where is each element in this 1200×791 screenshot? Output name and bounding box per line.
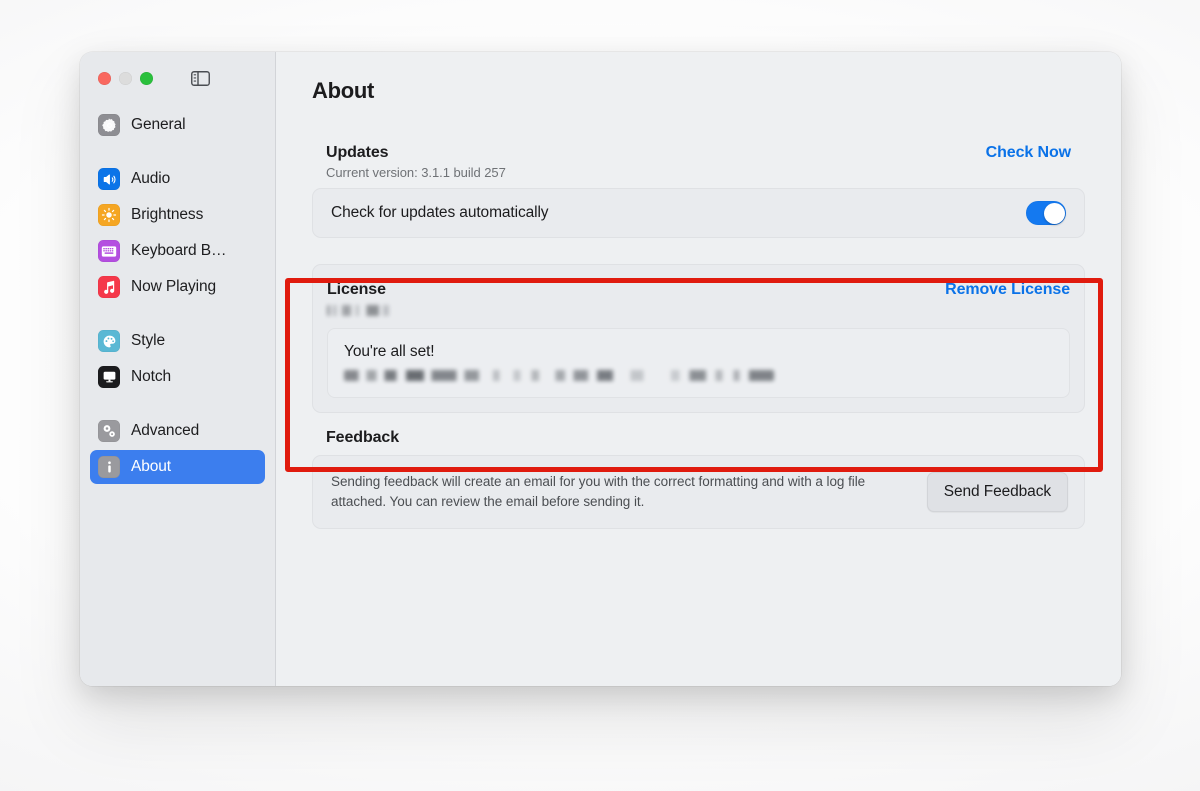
sidebar-item-style[interactable]: Style <box>90 324 265 358</box>
sidebar-divider <box>90 396 265 410</box>
sidebar-item-advanced[interactable]: Advanced <box>90 414 265 448</box>
license-section: License Remove License You're all set! <box>312 264 1085 413</box>
page-title: About <box>312 78 375 103</box>
sun-icon <box>98 204 120 226</box>
window-titlebar <box>90 52 265 104</box>
screenshot-canvas: General Audio Brightness Keyboard B… Now… <box>0 0 1200 791</box>
keyboard-icon <box>98 240 120 262</box>
updates-header-text: Updates Current version: 3.1.1 build 257 <box>326 144 506 180</box>
palette-icon <box>98 330 120 352</box>
sidebar-group-system: Advanced About <box>90 414 265 484</box>
current-version-text: Current version: 3.1.1 build 257 <box>326 165 506 180</box>
sidebar-item-notch[interactable]: Notch <box>90 360 265 394</box>
sidebar-item-label: Notch <box>131 368 171 385</box>
license-status-title: You're all set! <box>344 343 435 360</box>
auto-update-toggle[interactable] <box>1026 201 1066 225</box>
updates-title: Updates <box>326 144 389 161</box>
toggle-knob <box>1043 202 1065 224</box>
sidebar-group-media: Audio Brightness Keyboard B… Now Playing <box>90 162 265 304</box>
sidebar-item-general[interactable]: General <box>90 108 265 142</box>
feedback-header: Feedback <box>312 429 1085 455</box>
sidebar-toggle-icon[interactable] <box>189 69 211 87</box>
license-header-text: License <box>327 281 399 316</box>
content-pane: About Updates Current version: 3.1.1 bui… <box>276 52 1121 686</box>
sidebar-item-label: Keyboard B… <box>131 242 227 259</box>
license-header: License Remove License <box>313 281 1084 328</box>
sidebar-item-label: Brightness <box>131 206 204 223</box>
auto-update-card: Check for updates automatically <box>312 188 1085 238</box>
settings-window: General Audio Brightness Keyboard B… Now… <box>80 52 1121 686</box>
gears-icon <box>98 420 120 442</box>
updates-header: Updates Current version: 3.1.1 build 257… <box>312 144 1085 188</box>
sidebar-item-brightness[interactable]: Brightness <box>90 198 265 232</box>
sidebar-item-label: Style <box>131 332 165 349</box>
license-title: License <box>327 281 386 298</box>
info-icon <box>98 456 120 478</box>
feedback-description: Sending feedback will create an email fo… <box>331 474 866 509</box>
zoom-button[interactable] <box>140 71 153 85</box>
sidebar-item-label: Audio <box>131 170 171 187</box>
check-now-button[interactable]: Check Now <box>986 144 1071 162</box>
sidebar-divider <box>90 144 265 158</box>
sidebar-item-keyboard-brightness[interactable]: Keyboard B… <box>90 234 265 268</box>
close-button[interactable] <box>98 71 111 85</box>
feedback-title: Feedback <box>326 429 400 446</box>
music-note-icon <box>98 276 120 298</box>
license-details-redacted <box>344 370 774 381</box>
minimize-button[interactable] <box>119 71 132 85</box>
sidebar-item-label: Now Playing <box>131 278 217 295</box>
sidebar-item-label: About <box>131 458 172 475</box>
remove-license-button[interactable]: Remove License <box>945 281 1070 299</box>
feedback-section: Feedback Sending feedback will create an… <box>312 429 1085 529</box>
sidebar: General Audio Brightness Keyboard B… Now… <box>80 52 276 686</box>
auto-update-row: Check for updates automatically <box>313 189 1084 237</box>
speaker-icon <box>98 168 120 190</box>
sidebar-item-label: Advanced <box>131 422 200 439</box>
sidebar-group-general: General <box>90 108 265 142</box>
sidebar-item-now-playing[interactable]: Now Playing <box>90 270 265 304</box>
license-status-card: You're all set! <box>327 328 1070 398</box>
sidebar-group-appearance: Style Notch <box>90 324 265 394</box>
display-icon <box>98 366 120 388</box>
license-card: License Remove License You're all set! <box>312 264 1085 413</box>
sidebar-item-audio[interactable]: Audio <box>90 162 265 196</box>
sidebar-divider <box>90 306 265 320</box>
license-identifier-redacted <box>327 305 399 316</box>
send-feedback-button[interactable]: Send Feedback <box>926 472 1068 512</box>
auto-update-label: Check for updates automatically <box>331 204 549 221</box>
sidebar-item-label: General <box>131 116 186 133</box>
feedback-card: Sending feedback will create an email fo… <box>312 455 1085 529</box>
sidebar-item-about[interactable]: About <box>90 450 265 484</box>
updates-section: Updates Current version: 3.1.1 build 257… <box>312 144 1085 238</box>
gear-icon <box>98 114 120 136</box>
